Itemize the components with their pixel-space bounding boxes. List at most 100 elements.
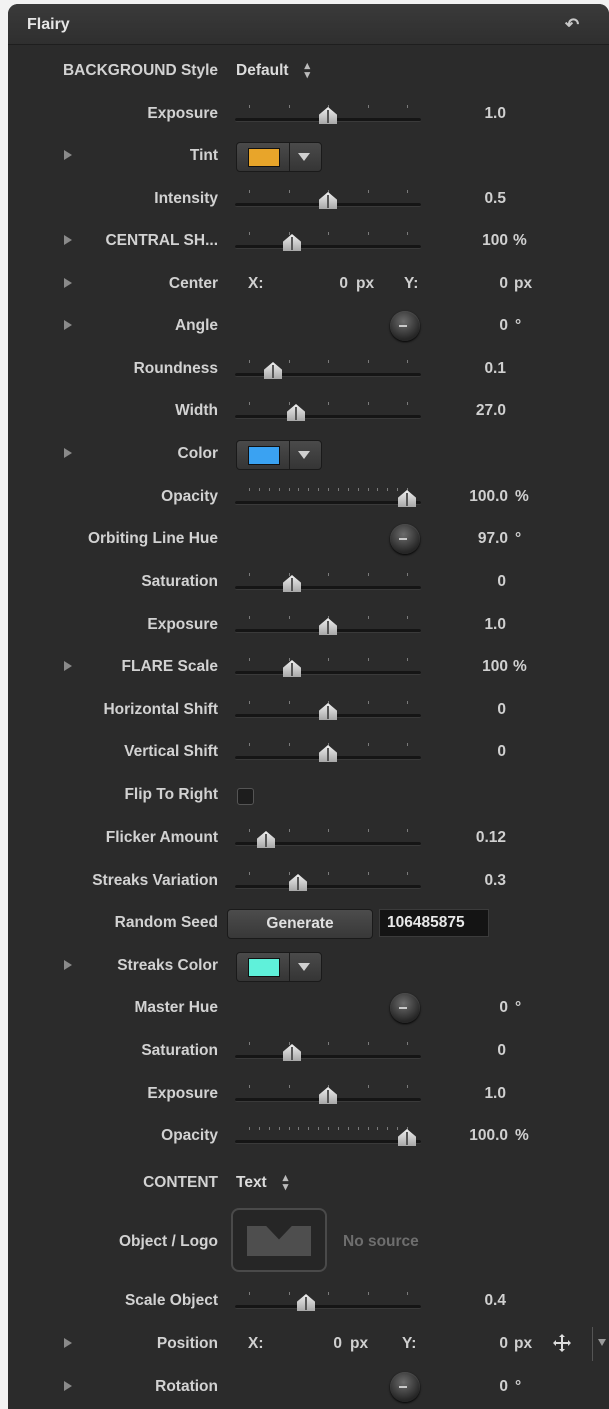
content-popup[interactable]: Text ▴ ▾	[236, 1162, 288, 1204]
slider-tick	[328, 232, 329, 235]
slider-knob[interactable]	[283, 660, 301, 677]
flicker-amount-value[interactable]: 0.12	[460, 817, 506, 859]
saturation-slider[interactable]	[235, 567, 421, 597]
slider-knob[interactable]	[319, 703, 337, 720]
horizontal-shift-slider[interactable]	[235, 695, 421, 725]
angle-value[interactable]: 0	[468, 305, 508, 347]
streaks-color-well[interactable]	[236, 952, 322, 982]
slider-track[interactable]	[235, 1305, 421, 1309]
rotation-dial[interactable]	[390, 1372, 420, 1402]
slider-knob[interactable]	[319, 745, 337, 762]
slider-knob[interactable]	[297, 1294, 315, 1311]
central-value[interactable]: 100	[448, 220, 508, 262]
slider-knob[interactable]	[319, 192, 337, 209]
flare-scale-slider[interactable]	[235, 652, 421, 682]
position-x-value[interactable]: 0	[302, 1323, 342, 1365]
background-style-popup[interactable]: Default ▴ ▾	[236, 50, 310, 92]
saturation-value[interactable]: 0	[460, 1030, 506, 1072]
param-label: Exposure	[147, 105, 218, 122]
disclosure-triangle-icon[interactable]	[64, 448, 72, 458]
slider-track[interactable]	[235, 586, 421, 590]
position-y-value[interactable]: 0	[468, 1323, 508, 1365]
orbiting-hue-value[interactable]: 97.0	[448, 518, 508, 560]
exposure-slider[interactable]	[235, 1079, 421, 1109]
slider-knob[interactable]	[398, 490, 416, 507]
disclosure-triangle-icon[interactable]	[64, 960, 72, 970]
onscreen-control-icon[interactable]	[552, 1333, 572, 1353]
slider-track[interactable]	[235, 373, 421, 377]
slider-track[interactable]	[235, 501, 421, 505]
slider-track[interactable]	[235, 1055, 421, 1059]
slider-tick	[368, 573, 369, 576]
chevron-down-icon[interactable]	[598, 1339, 606, 1346]
central-slider[interactable]	[235, 226, 421, 256]
dropdown-arrow-icon	[298, 451, 310, 459]
slider-knob[interactable]	[319, 107, 337, 124]
slider-track[interactable]	[235, 885, 421, 889]
streaks-variation-value[interactable]: 0.3	[460, 860, 506, 902]
slider-knob[interactable]	[287, 404, 305, 421]
color-well[interactable]	[236, 440, 322, 470]
roundness-value[interactable]: 0.1	[460, 348, 506, 390]
vertical-shift-value[interactable]: 0	[460, 731, 506, 773]
angle-unit: °	[515, 317, 522, 334]
slider-knob[interactable]	[398, 1129, 416, 1146]
disclosure-triangle-icon[interactable]	[64, 1338, 72, 1348]
slider-knob[interactable]	[283, 575, 301, 592]
flip-to-right-checkbox[interactable]	[237, 788, 254, 805]
tint-color-well[interactable]	[236, 142, 322, 172]
rotation-value[interactable]: 0	[468, 1366, 508, 1408]
opacity-value[interactable]: 100.0	[448, 476, 508, 518]
slider-track[interactable]	[235, 1140, 421, 1144]
width-value[interactable]: 27.0	[460, 390, 506, 432]
intensity-slider[interactable]	[235, 184, 421, 214]
angle-dial[interactable]	[390, 311, 420, 341]
image-well[interactable]	[231, 1208, 327, 1272]
vertical-shift-slider[interactable]	[235, 737, 421, 767]
disclosure-triangle-icon[interactable]	[64, 1381, 72, 1391]
width-slider[interactable]	[235, 396, 421, 426]
generate-button[interactable]: Generate	[227, 909, 373, 939]
disclosure-triangle-icon[interactable]	[64, 278, 72, 288]
exposure-value[interactable]: 1.0	[460, 1073, 506, 1115]
exposure-value[interactable]: 1.0	[460, 604, 506, 646]
slider-knob[interactable]	[283, 234, 301, 251]
reset-icon[interactable]: ↶	[565, 15, 583, 34]
exposure-slider[interactable]	[235, 610, 421, 640]
disclosure-triangle-icon[interactable]	[64, 235, 72, 245]
scale-object-slider[interactable]	[235, 1286, 421, 1316]
slider-knob[interactable]	[257, 831, 275, 848]
saturation-slider[interactable]	[235, 1036, 421, 1066]
flare-scale-value[interactable]: 100	[448, 646, 508, 688]
flicker-amount-slider[interactable]	[235, 823, 421, 853]
slider-knob[interactable]	[319, 618, 337, 635]
master-hue-value[interactable]: 0	[468, 987, 508, 1029]
slider-knob[interactable]	[289, 874, 307, 891]
intensity-value[interactable]: 0.5	[460, 178, 506, 220]
roundness-slider[interactable]	[235, 354, 421, 384]
opacity-value[interactable]: 100.0	[448, 1115, 508, 1157]
disclosure-triangle-icon[interactable]	[64, 661, 72, 671]
exposure-slider[interactable]	[235, 99, 421, 129]
opacity-slider[interactable]	[235, 1121, 421, 1151]
exposure-value[interactable]: 1.0	[460, 93, 506, 135]
slider-knob[interactable]	[264, 362, 282, 379]
slider-track[interactable]	[235, 245, 421, 249]
disclosure-triangle-icon[interactable]	[64, 150, 72, 160]
slider-track[interactable]	[235, 415, 421, 419]
seed-field[interactable]: 106485875	[379, 909, 489, 937]
slider-knob[interactable]	[319, 1087, 337, 1104]
slider-track[interactable]	[235, 671, 421, 675]
horizontal-shift-value[interactable]: 0	[460, 689, 506, 731]
scale-object-value[interactable]: 0.4	[460, 1280, 506, 1322]
center-y-value[interactable]: 0	[468, 263, 508, 305]
master-hue-dial[interactable]	[390, 993, 420, 1023]
opacity-slider[interactable]	[235, 482, 421, 512]
slider-tick	[368, 232, 369, 235]
orbiting-hue-dial[interactable]	[390, 524, 420, 554]
disclosure-triangle-icon[interactable]	[64, 320, 72, 330]
streaks-variation-slider[interactable]	[235, 866, 421, 896]
center-x-value[interactable]: 0	[308, 263, 348, 305]
saturation-value[interactable]: 0	[460, 561, 506, 603]
slider-knob[interactable]	[283, 1044, 301, 1061]
